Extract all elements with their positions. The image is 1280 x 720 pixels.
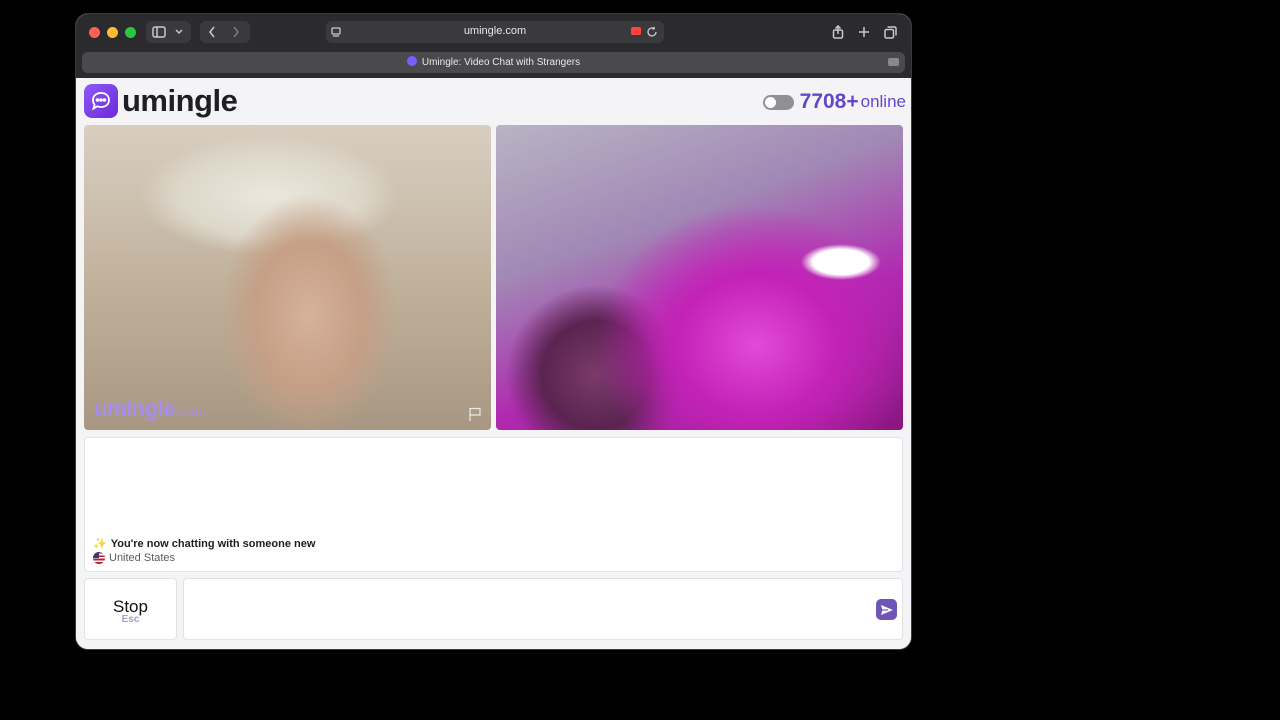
message-box[interactable] <box>183 578 903 640</box>
video-watermark: umingle.com <box>94 396 202 422</box>
page-content: umingle 7708+ online umingle.com ✨ You're… <box>76 78 911 649</box>
us-flag-icon <box>93 552 105 564</box>
system-message: ✨ You're now chatting with someone new <box>93 537 315 550</box>
site-logo[interactable]: umingle <box>84 83 238 119</box>
reload-icon[interactable] <box>646 25 658 43</box>
theme-toggle[interactable] <box>762 94 794 110</box>
nav-button-group <box>200 21 250 43</box>
forward-button[interactable] <box>230 22 242 42</box>
watermark-suffix: .com <box>174 404 202 419</box>
send-icon <box>880 604 893 615</box>
sparkle-icon: ✨ <box>93 538 107 550</box>
new-tab-button[interactable] <box>856 22 872 42</box>
umingle-favicon-icon <box>406 56 417 66</box>
back-button[interactable] <box>206 22 218 42</box>
camera-indicator-icon[interactable] <box>888 58 899 66</box>
share-button[interactable] <box>830 22 846 42</box>
stop-shortcut: Esc <box>121 614 140 625</box>
self-video: umingle.com <box>84 125 491 430</box>
report-flag-icon[interactable] <box>467 406 483 422</box>
browser-titlebar: umingle.com <box>76 14 911 50</box>
minimize-window-button[interactable] <box>107 27 118 38</box>
send-button[interactable] <box>876 599 897 620</box>
sidebar-toggle-button[interactable] <box>146 21 191 43</box>
logo-text: umingle <box>122 83 238 118</box>
chat-bubble-icon <box>84 84 118 118</box>
sidebar-icon <box>152 22 166 42</box>
tab-title-text: Umingle: Video Chat with Strangers <box>421 57 581 68</box>
chevron-down-icon <box>174 22 184 42</box>
country-name: United States <box>109 552 176 564</box>
camera-in-use-icon[interactable] <box>631 27 641 35</box>
url-text[interactable]: umingle.com <box>326 25 664 37</box>
online-indicator: 7708+ online <box>762 90 906 114</box>
online-label: online <box>860 92 906 111</box>
stranger-video <box>496 125 903 430</box>
stranger-country: United States <box>93 552 175 564</box>
online-count: 7708+ <box>799 90 859 113</box>
tab-bar: Umingle: Video Chat with Strangers <box>76 50 911 78</box>
tab-title: Umingle: Video Chat with Strangers <box>82 56 905 68</box>
stop-button[interactable]: Stop Esc <box>84 578 177 640</box>
close-window-button[interactable] <box>89 27 100 38</box>
address-bar[interactable]: umingle.com <box>326 21 664 43</box>
message-input[interactable] <box>184 579 864 639</box>
browser-window: umingle.com Umingle: Video Chat with Str… <box>76 14 911 649</box>
tab-umingle[interactable]: Umingle: Video Chat with Strangers <box>82 52 905 73</box>
system-message-text: You're now chatting with someone new <box>110 538 316 550</box>
tab-overview-button[interactable] <box>882 22 898 42</box>
watermark-main: umingle <box>94 396 175 421</box>
fullscreen-window-button[interactable] <box>125 27 136 38</box>
chat-log: ✨ You're now chatting with someone new Un… <box>84 437 903 572</box>
